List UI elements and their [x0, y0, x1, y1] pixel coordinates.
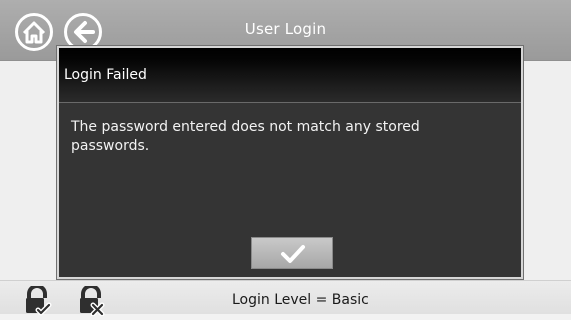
login-failed-dialog: Login Failed The password entered does n…	[57, 46, 523, 279]
lock-check-icon[interactable]	[22, 284, 52, 316]
dialog-titlebar: Login Failed	[59, 48, 521, 103]
status-footer: Login Level = Basic	[0, 280, 571, 317]
login-level-status: Login Level = Basic	[232, 292, 369, 308]
dialog-message: The password entered does not match any …	[71, 119, 420, 154]
lock-x-icon[interactable]	[76, 284, 106, 317]
checkmark-icon	[281, 245, 305, 263]
confirm-button[interactable]	[251, 237, 333, 269]
dialog-title: Login Failed	[64, 67, 147, 83]
page-title: User Login	[244, 20, 327, 38]
